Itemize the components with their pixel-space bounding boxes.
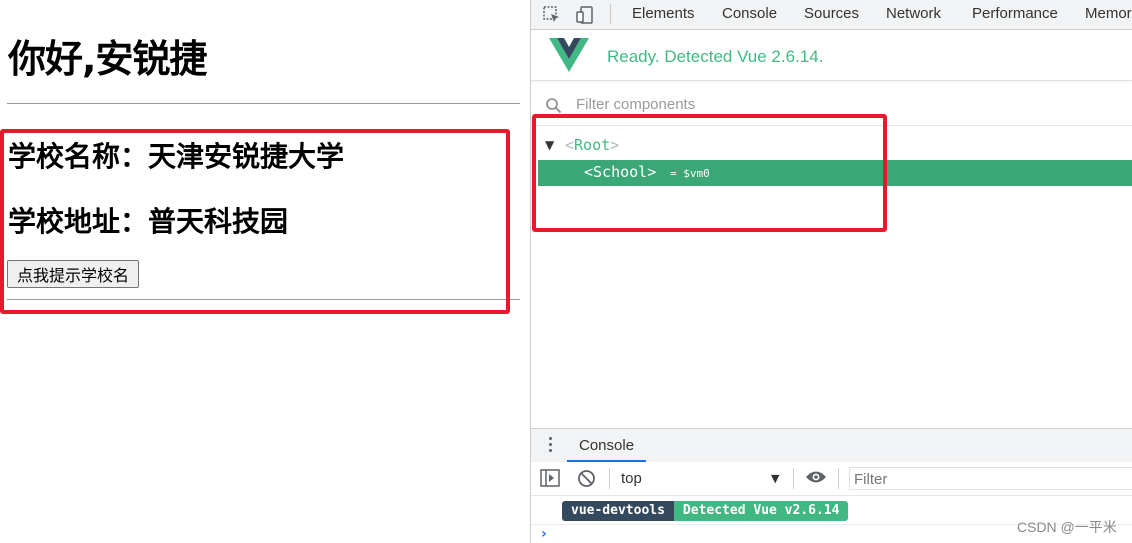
- context-selector[interactable]: top: [621, 470, 642, 487]
- drawer-tab-bar: Console: [531, 428, 1132, 463]
- divider-top: [7, 103, 520, 104]
- console-filter-input[interactable]: Filter: [849, 467, 1132, 490]
- console-prompt[interactable]: ›: [541, 526, 547, 542]
- devtools-tab-bar: Elements Console Sources Network Perform…: [531, 0, 1132, 30]
- tab-bar-separator: [610, 4, 611, 24]
- csdn-watermark: CSDN @一平米: [1017, 519, 1117, 535]
- badge-detected-vue: Detected Vue v2.6.14: [673, 501, 849, 521]
- vue-devtools-header: Ready. Detected Vue 2.6.14.: [531, 30, 1132, 81]
- app-page: 你好,安锐捷 学校名称：天津安锐捷大学 学校地址：普天科技园 点我提示学校名: [0, 0, 530, 543]
- eye-icon[interactable]: [805, 469, 827, 489]
- tab-console[interactable]: Console: [722, 5, 777, 22]
- sidebar-toggle-icon[interactable]: [540, 469, 560, 491]
- console-toolbar: top ▼ Filter: [531, 462, 1132, 496]
- clear-console-icon[interactable]: [577, 469, 596, 492]
- tab-performance[interactable]: Performance: [972, 5, 1058, 22]
- vue-logo-icon: [549, 38, 589, 76]
- chevron-down-icon[interactable]: ▼: [771, 472, 779, 485]
- console-filter-placeholder: Filter: [854, 471, 888, 488]
- vue-detected-status: Ready. Detected Vue 2.6.14.: [607, 47, 824, 66]
- toolbar-separator: [793, 468, 794, 489]
- toolbar-separator: [838, 468, 839, 489]
- tab-memory[interactable]: Memor: [1085, 5, 1132, 22]
- inspect-element-icon[interactable]: [542, 5, 562, 25]
- drawer-tab-console[interactable]: Console: [567, 429, 647, 462]
- tab-sources[interactable]: Sources: [804, 5, 859, 22]
- badge-vue-devtools: vue-devtools: [562, 501, 674, 521]
- tab-network[interactable]: Network: [886, 5, 941, 22]
- filter-components-input[interactable]: Filter components: [576, 96, 695, 113]
- device-toolbar-icon[interactable]: [575, 5, 595, 25]
- more-options-icon[interactable]: [549, 437, 553, 455]
- page-heading: 你好,安锐捷: [8, 37, 207, 81]
- console-log-vue-devtools: vue-devtools Detected Vue v2.6.14: [562, 501, 849, 521]
- devtools-panel: Elements Console Sources Network Perform…: [530, 0, 1132, 543]
- toolbar-separator: [609, 468, 610, 489]
- highlight-box-school-component: [0, 129, 510, 314]
- tab-elements[interactable]: Elements: [632, 5, 695, 22]
- highlight-box-component-tree: [532, 114, 887, 232]
